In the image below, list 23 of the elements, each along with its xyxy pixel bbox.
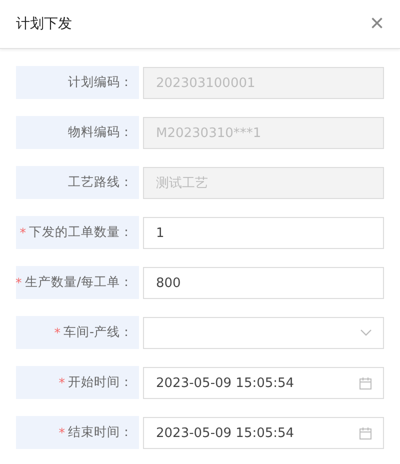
input-field[interactable]: 1: [143, 217, 384, 249]
calendar-icon: [359, 426, 372, 440]
field-label: 物料编码：: [68, 124, 133, 141]
date-field[interactable]: 2023-05-09 15:05:54: [143, 367, 384, 399]
select-field[interactable]: [143, 317, 384, 349]
field-label: 开始时间：: [68, 374, 133, 391]
input-field[interactable]: 800: [143, 267, 384, 299]
close-button[interactable]: ×: [370, 12, 384, 36]
chevron-down-icon: [360, 329, 372, 337]
calendar-icon: [359, 376, 372, 390]
field-label: 下发的工单数量：: [29, 224, 133, 241]
field-label: 结束时间：: [68, 424, 133, 441]
dialog-title: 计划下发: [16, 15, 72, 33]
required-mark: *: [20, 225, 26, 240]
date-field[interactable]: 2023-05-09 15:05:54: [143, 417, 384, 449]
field-label: 生产数量/每工单：: [24, 274, 133, 291]
required-mark: *: [54, 325, 60, 340]
required-mark: *: [58, 425, 65, 440]
required-mark: *: [16, 275, 22, 290]
required-mark: *: [58, 375, 65, 390]
field-label: 计划编码：: [68, 74, 133, 91]
field-label: 车间-产线：: [63, 324, 133, 341]
field-label: 工艺路线：: [68, 174, 133, 191]
